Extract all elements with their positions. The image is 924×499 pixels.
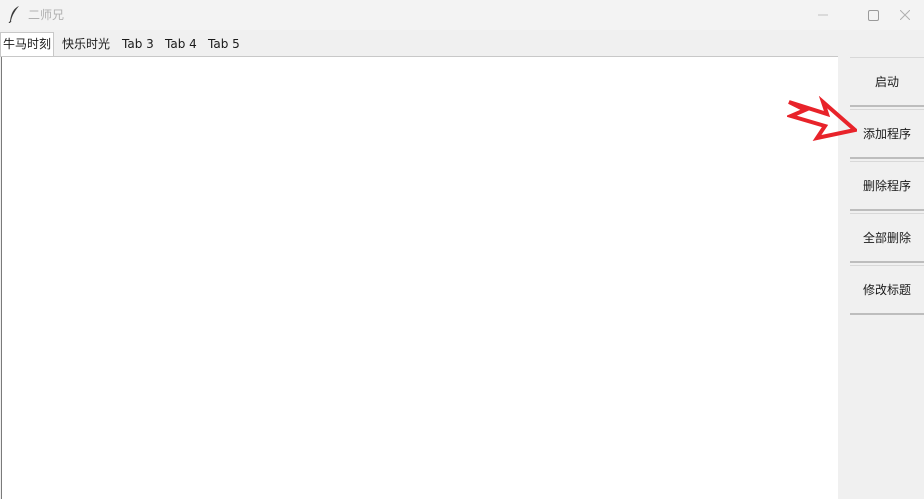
delete-all-button[interactable]: 全部删除 xyxy=(850,213,924,263)
tab-1[interactable]: 牛马时刻 xyxy=(0,32,55,56)
tab-4[interactable]: Tab 4 xyxy=(163,33,199,55)
tab-5[interactable]: Tab 5 xyxy=(206,33,242,55)
minimize-icon xyxy=(818,14,828,16)
close-icon xyxy=(900,10,910,20)
delete-program-button[interactable]: 删除程序 xyxy=(850,161,924,211)
add-program-button[interactable]: 添加程序 xyxy=(850,109,924,159)
minimize-button[interactable] xyxy=(800,0,846,30)
tab-content-area[interactable] xyxy=(1,57,839,499)
feather-icon xyxy=(8,6,19,23)
title-bar: 二师兄 xyxy=(0,0,924,30)
edit-title-button[interactable]: 修改标题 xyxy=(850,265,924,315)
maximize-icon xyxy=(867,9,879,21)
window-title: 二师兄 xyxy=(28,8,65,22)
tab-3[interactable]: Tab 3 xyxy=(120,33,156,55)
tab-bar: 牛马时刻 快乐时光 Tab 3 Tab 4 Tab 5 xyxy=(0,32,838,56)
red-arrow-icon xyxy=(787,96,857,141)
app-window: 二师兄 牛马时刻 快乐时光 Tab 3 Tab 4 Tab 5 启动 添加程序 … xyxy=(0,0,924,499)
start-button[interactable]: 启动 xyxy=(850,57,924,107)
close-button[interactable] xyxy=(900,0,924,30)
tab-2[interactable]: 快乐时光 xyxy=(60,33,112,55)
maximize-button[interactable] xyxy=(850,0,896,30)
